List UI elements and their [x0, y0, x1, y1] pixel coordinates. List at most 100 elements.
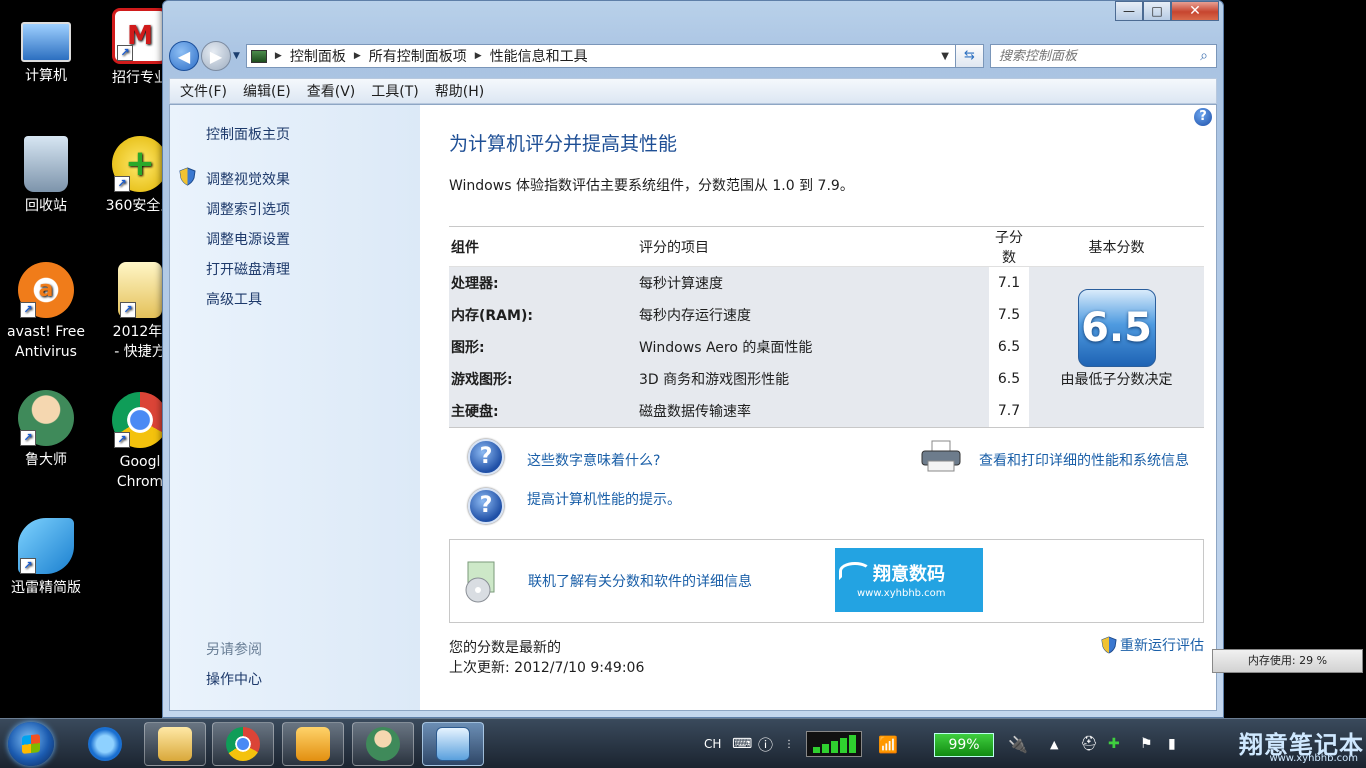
taskbar-ludashi[interactable]	[352, 722, 414, 766]
performance-info-icon	[436, 727, 470, 761]
rerun-assessment-link[interactable]: 重新运行评估	[1101, 635, 1204, 655]
what-numbers-mean-link[interactable]: 这些数字意味着什么?	[527, 450, 660, 470]
adjust-visual-effects-link[interactable]: 调整视觉效果	[206, 169, 290, 189]
search-box[interactable]: ⌕	[989, 44, 1217, 68]
menu-file[interactable]: 文件(F)	[180, 81, 227, 101]
performance-tips-link[interactable]: 提高计算机性能的提示。	[527, 489, 681, 509]
desktop-icon-avast[interactable]: a ↗ avast! Free Antivirus	[0, 262, 92, 362]
adjust-indexing-link[interactable]: 调整索引选项	[206, 199, 290, 219]
control-panel-icon	[250, 49, 267, 63]
desktop-icon-recycle-bin[interactable]: 回收站	[0, 136, 92, 216]
row-component: 内存(RAM):	[451, 308, 533, 324]
left-task-pane: 控制面板主页 调整视觉效果 调整索引选项 调整电源设置 打开磁盘清理 高级工具 …	[170, 105, 420, 710]
ime-options-icon[interactable]: ⋮	[784, 719, 794, 768]
address-bar[interactable]: ▶ 控制面板 ▶ 所有控制面板项 ▶ 性能信息和工具 ▼	[245, 44, 956, 68]
ime-help-icon[interactable]: ⓘ	[758, 719, 773, 768]
menu-view[interactable]: 查看(V)	[307, 81, 356, 101]
breadcrumb-separator-icon[interactable]: ▶	[354, 51, 361, 61]
battery-tray-icon[interactable]: ▮	[1168, 719, 1176, 768]
forward-button[interactable]: ▶	[201, 41, 231, 71]
print-details-link[interactable]: 查看和打印详细的性能和系统信息	[979, 450, 1189, 470]
desktop-icon-label: 鲁大师	[25, 452, 67, 468]
help-button[interactable]: ?	[1194, 108, 1212, 126]
recent-pages-dropdown-icon[interactable]: ▼	[233, 51, 240, 61]
battery-indicator[interactable]: 99%	[934, 733, 994, 757]
maximize-button[interactable]: □	[1143, 1, 1171, 21]
table-bottom-divider	[449, 427, 1204, 428]
client-area: 控制面板主页 调整视觉效果 调整索引选项 调整电源设置 打开磁盘清理 高级工具 …	[169, 104, 1217, 711]
wireless-icon[interactable]: 📶	[878, 719, 898, 768]
tray-app-icon[interactable]: ⛑	[1080, 719, 1098, 768]
taskbar-chrome[interactable]	[212, 722, 274, 766]
taskbar-control-panel[interactable]	[422, 722, 484, 766]
navigation-bar: ◀ ▶ ▼ ▶ 控制面板 ▶ 所有控制面板项 ▶ 性能信息和工具 ▼ ⇆ ⌕	[169, 39, 1217, 73]
uac-shield-icon	[179, 167, 196, 186]
refresh-button[interactable]: ⇆	[955, 44, 984, 68]
shortcut-arrow-icon: ↗	[20, 430, 36, 446]
row-item: 每秒内存运行速度	[639, 308, 751, 324]
xiangyi-wing-icon	[839, 562, 871, 580]
shortcut-arrow-icon: ↗	[117, 45, 133, 61]
desktop-icon-label: 回收站	[25, 198, 67, 214]
avast-icon: a ↗	[18, 262, 74, 318]
header-item: 评分的项目	[639, 239, 709, 256]
row-item: 每秒计算速度	[639, 276, 723, 292]
360-tray-icon[interactable]: ✚	[1108, 719, 1120, 768]
help-question-icon: ?	[468, 439, 504, 475]
search-icon[interactable]: ⌕	[1200, 48, 1208, 64]
address-dropdown-icon[interactable]: ▼	[935, 51, 955, 62]
back-button[interactable]: ◀	[169, 41, 199, 71]
close-button[interactable]: ✕	[1171, 1, 1219, 21]
signal-strength-meter	[806, 731, 862, 757]
folder-shortcut-icon: ↗	[118, 262, 162, 318]
online-info-link[interactable]: 联机了解有关分数和软件的详细信息	[528, 571, 752, 591]
action-center-link[interactable]: 操作中心	[206, 669, 262, 689]
minimize-button[interactable]: —	[1115, 1, 1143, 21]
power-plug-icon[interactable]: 🔌	[1008, 719, 1028, 768]
input-method-indicator[interactable]: CH	[704, 719, 721, 768]
desktop-icon-thunder[interactable]: ↗ 迅雷精简版	[0, 518, 92, 598]
outlook-icon	[296, 727, 330, 761]
shortcut-arrow-icon: ↗	[120, 302, 136, 318]
start-button[interactable]	[8, 722, 54, 766]
breadcrumb-separator-icon[interactable]: ▶	[275, 51, 282, 61]
recycle-bin-icon	[24, 136, 68, 192]
desktop-icon-computer[interactable]: 计算机	[0, 14, 92, 86]
folder-icon	[158, 727, 192, 761]
uac-shield-icon	[1101, 636, 1117, 654]
last-update: 上次更新: 2012/7/10 9:49:06	[449, 660, 645, 676]
taskbar-outlook[interactable]	[282, 722, 344, 766]
breadcrumb-separator-icon[interactable]: ▶	[475, 51, 482, 61]
desktop-icon-label: 迅雷精简版	[11, 580, 81, 596]
computer-icon	[21, 22, 71, 62]
menu-tools[interactable]: 工具(T)	[371, 81, 418, 101]
breadcrumb-control-panel[interactable]: 控制面板	[290, 46, 346, 66]
search-input[interactable]	[998, 48, 1201, 64]
desktop-icon-ludashi[interactable]: ↗ 鲁大师	[0, 390, 92, 470]
adjust-power-link[interactable]: 调整电源设置	[206, 229, 290, 249]
shortcut-arrow-icon: ↗	[114, 176, 130, 192]
disk-cleanup-link[interactable]: 打开磁盘清理	[206, 259, 290, 279]
keyboard-icon[interactable]: ⌨	[732, 719, 752, 768]
xiangyi-ad-banner[interactable]: 翔意数码 www.xyhbhb.com	[835, 548, 983, 612]
breadcrumb-all-items[interactable]: 所有控制面板项	[369, 46, 467, 66]
control-panel-home-link[interactable]: 控制面板主页	[206, 124, 290, 144]
show-hidden-icons-icon[interactable]: ▲	[1050, 719, 1058, 768]
row-item: Windows Aero 的桌面性能	[639, 340, 813, 356]
menu-help[interactable]: 帮助(H)	[435, 81, 484, 101]
score-table: 组件 评分的项目 子分数 基本分数 处理器: 每秒计算速度 7.1 内存(RAM…	[449, 226, 1204, 428]
row-subscore: 6.5	[989, 331, 1029, 363]
advanced-tools-link[interactable]: 高级工具	[206, 289, 262, 309]
taskbar-ie[interactable]	[74, 722, 136, 766]
taskbar-explorer[interactable]	[144, 722, 206, 766]
row-component: 游戏图形:	[451, 372, 513, 388]
menu-edit[interactable]: 编辑(E)	[243, 81, 291, 101]
watermark-logo: 翔意笔记本 www.xyhbhb.com	[1239, 725, 1364, 764]
breadcrumb-performance[interactable]: 性能信息和工具	[490, 46, 588, 66]
action-center-flag-icon[interactable]: ⚑	[1140, 719, 1153, 768]
see-also-heading: 另请参阅	[206, 642, 262, 658]
menu-bar: 文件(F) 编辑(E) 查看(V) 工具(T) 帮助(H)	[169, 78, 1217, 104]
software-box-icon	[465, 561, 495, 603]
row-item: 磁盘数据传输速率	[639, 404, 751, 420]
thunder-icon: ↗	[18, 518, 74, 574]
